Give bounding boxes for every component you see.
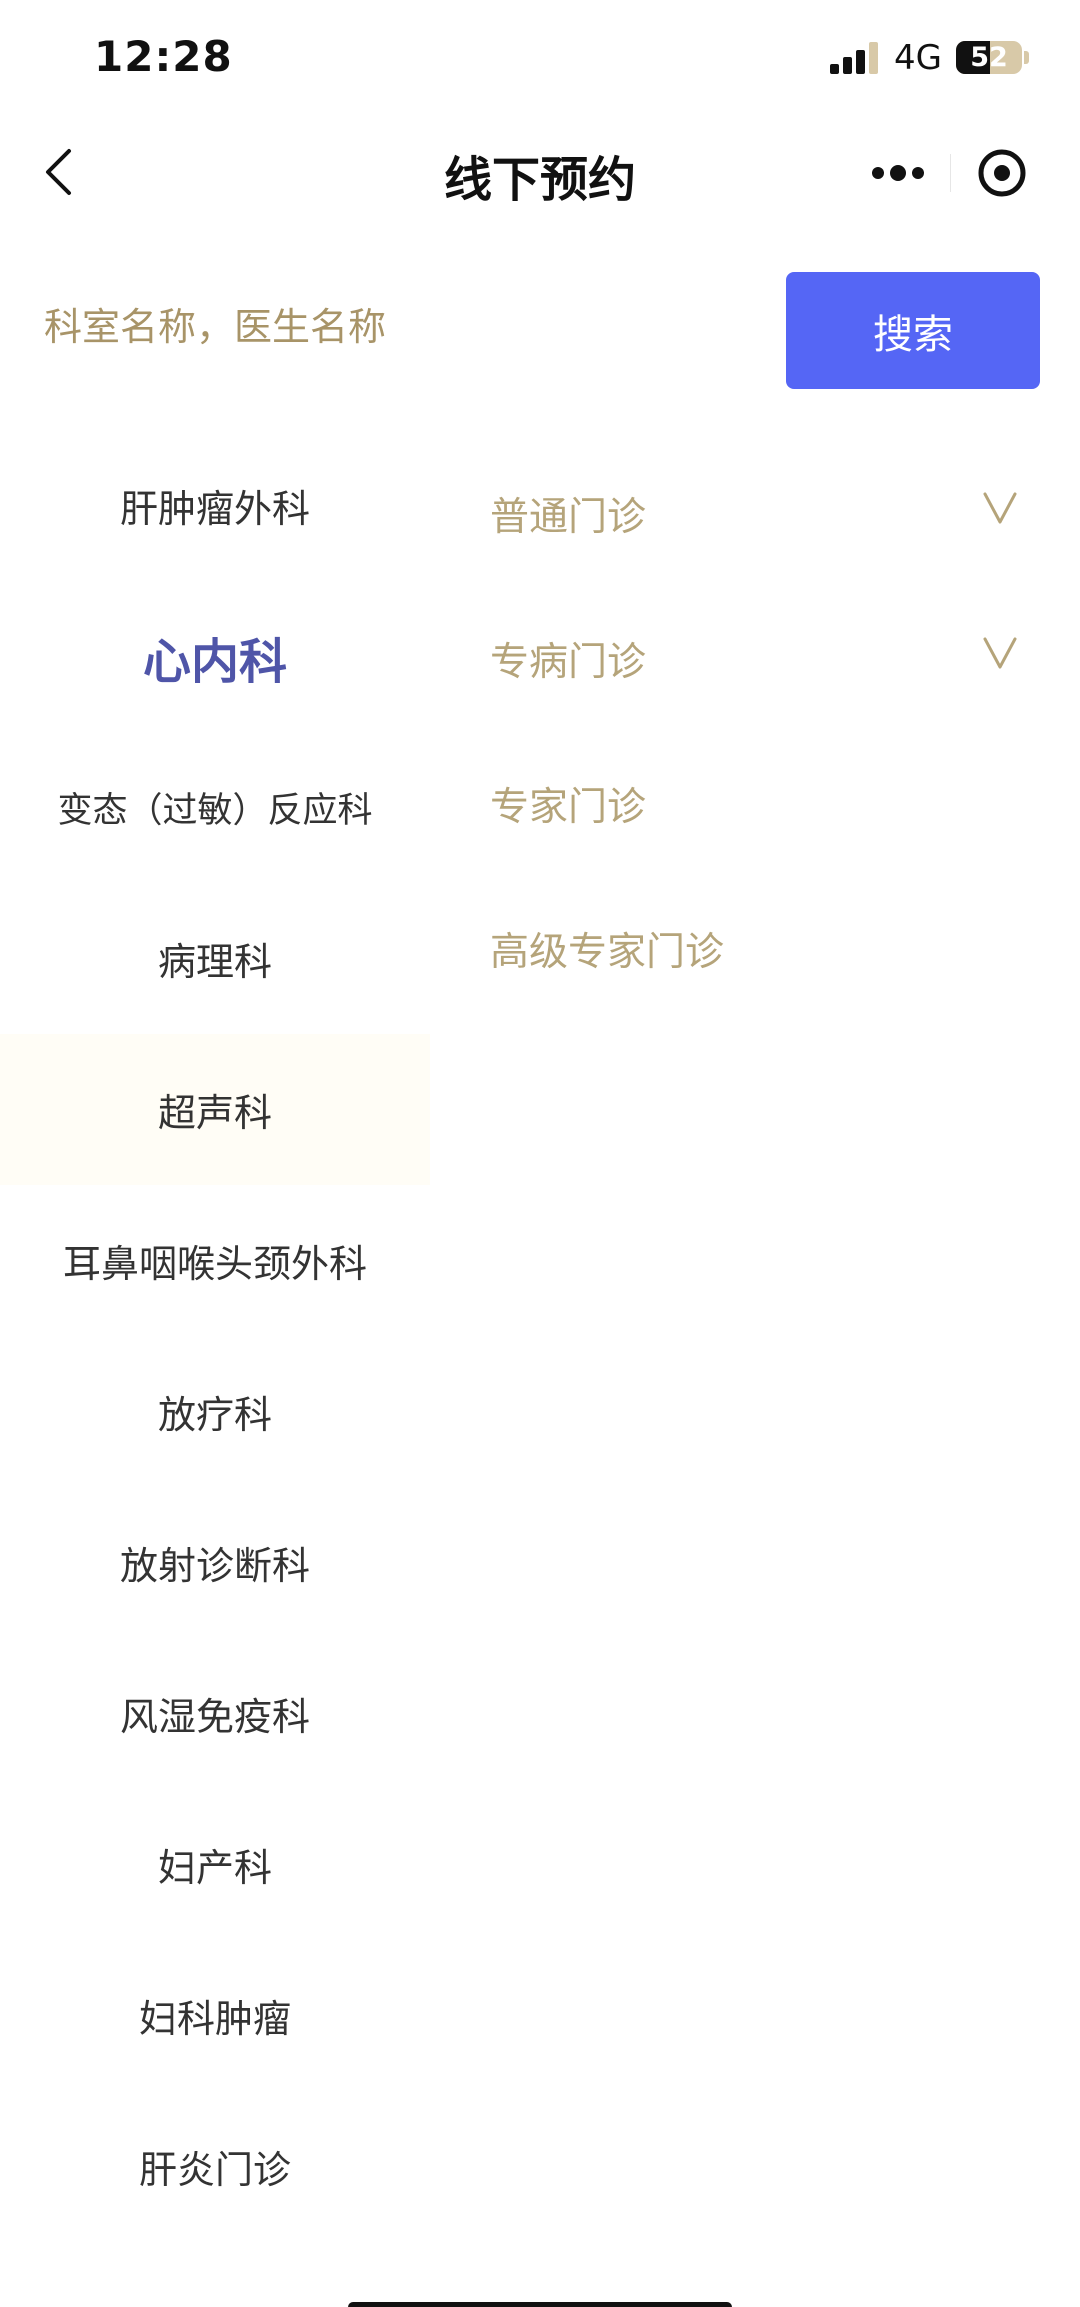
home-indicator: [348, 2302, 732, 2307]
clinic-type-label: 普通门诊: [490, 495, 647, 540]
nav-bar: 线下预约: [0, 118, 1080, 228]
chevron-down-icon: [983, 492, 1017, 524]
department-item[interactable]: 肝炎门诊: [0, 2091, 430, 2242]
target-circle-icon: [978, 149, 1026, 197]
more-dots-icon: [872, 165, 924, 181]
search-button[interactable]: 搜索: [786, 272, 1040, 389]
chevron-down-icon: [983, 637, 1017, 669]
signal-icon: [830, 42, 878, 74]
department-item[interactable]: 风湿免疫科: [0, 1638, 430, 1789]
more-button[interactable]: [850, 140, 946, 206]
network-label: 4G: [894, 38, 942, 78]
department-item[interactable]: 耳鼻咽喉头颈外科: [0, 1185, 430, 1336]
clinic-type-label: 专病门诊: [490, 640, 647, 685]
battery-level: 52: [970, 42, 1008, 73]
clinic-type-item[interactable]: 普通门诊: [430, 450, 1080, 570]
battery-icon: 52: [956, 41, 1022, 74]
department-item[interactable]: 肝肿瘤外科: [0, 430, 430, 581]
clinic-type-label: 高级专家门诊: [490, 930, 725, 975]
department-item[interactable]: 放射诊断科: [0, 1487, 430, 1638]
department-item[interactable]: 放疗科: [0, 1336, 430, 1487]
close-miniprogram-button[interactable]: [954, 140, 1050, 206]
department-item[interactable]: 妇科肿瘤: [0, 1940, 430, 2091]
screen: 12:28 4G 52 线下预约 科室名称，医生名称 搜索 肝肿瘤外科 心内科 …: [0, 0, 1080, 2307]
clinic-type-list: 普通门诊 专病门诊 专家门诊 高级专家门诊: [430, 450, 1080, 1050]
mini-program-capsule: [850, 140, 1050, 206]
clinic-type-item[interactable]: 专病门诊: [430, 595, 1080, 715]
search-row: 搜索: [0, 270, 1080, 390]
search-input[interactable]: [44, 292, 744, 362]
capsule-divider: [950, 154, 951, 192]
department-item[interactable]: 妇产科: [0, 1789, 430, 1940]
department-item[interactable]: 超声科: [0, 1034, 430, 1185]
status-bar: 12:28 4G 52: [0, 0, 1080, 118]
status-time: 12:28: [94, 32, 233, 81]
department-item[interactable]: 病理科: [0, 883, 430, 1034]
department-item[interactable]: 变态（过敏）反应科: [0, 732, 430, 883]
department-list: 肝肿瘤外科 心内科 变态（过敏）反应科 病理科 超声科 耳鼻咽喉头颈外科 放疗科…: [0, 430, 430, 2270]
clinic-type-item[interactable]: 高级专家门诊: [430, 885, 1080, 1005]
department-item-active[interactable]: 心内科: [0, 581, 430, 732]
clinic-type-item[interactable]: 专家门诊: [430, 740, 1080, 860]
battery-tip: [1024, 51, 1029, 64]
clinic-type-label: 专家门诊: [490, 785, 647, 830]
